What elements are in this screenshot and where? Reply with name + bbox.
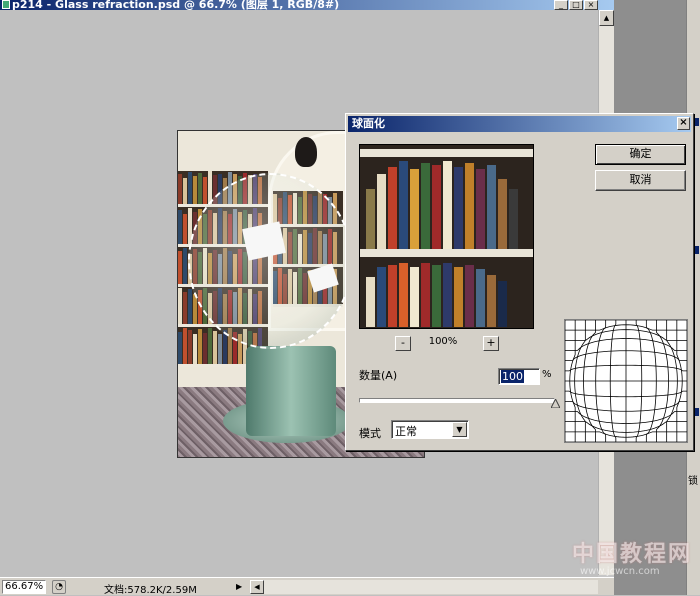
amount-unit: % bbox=[542, 369, 552, 380]
triangle-right-icon[interactable]: ▶ bbox=[236, 581, 246, 593]
preview-shelf-board bbox=[360, 249, 533, 257]
minimize-button[interactable]: _ bbox=[554, 0, 568, 10]
mode-label: 模式 bbox=[359, 427, 381, 440]
vase-ornament bbox=[295, 137, 317, 167]
reflection-highlight bbox=[242, 221, 286, 261]
amount-input[interactable]: 100 bbox=[498, 368, 540, 385]
reflection-highlight bbox=[307, 263, 339, 293]
preview-books bbox=[360, 157, 533, 249]
watermark-url: www.jcwcn.com bbox=[580, 566, 660, 577]
cancel-button[interactable]: 取消 bbox=[595, 170, 686, 191]
horizontal-scrollbar[interactable] bbox=[264, 580, 598, 594]
mode-selected-value: 正常 bbox=[395, 425, 417, 438]
document-size-info: 文档:578.2K/2.59M bbox=[104, 585, 197, 596]
navigator-icon[interactable]: ◔ bbox=[52, 580, 66, 594]
maximize-button[interactable]: □ bbox=[569, 0, 583, 10]
mode-select[interactable]: 正常 ▼ bbox=[391, 420, 469, 439]
watermark-logo: 中国教程网 bbox=[572, 542, 693, 567]
dialog-title: 球面化 bbox=[352, 117, 385, 130]
preview-zoom-level: 100% bbox=[428, 336, 458, 347]
glass-sphere-selection[interactable] bbox=[188, 173, 353, 349]
chevron-down-icon[interactable]: ▼ bbox=[452, 422, 467, 437]
dialog-titlebar[interactable]: 球面化 × bbox=[348, 116, 691, 132]
close-button[interactable]: × bbox=[584, 0, 598, 10]
scroll-left-icon[interactable]: ◀ bbox=[250, 580, 264, 594]
zoom-in-button[interactable]: + bbox=[483, 336, 499, 351]
preview-books bbox=[360, 257, 533, 327]
status-bar: 66.67% ◔ 文档:578.2K/2.59M ▶ ◀ bbox=[0, 577, 614, 596]
ok-button[interactable]: 确定 bbox=[595, 144, 686, 165]
document-title: p214 - Glass refraction.psd @ 66.7% (图层 … bbox=[12, 0, 340, 10]
amount-value: 100 bbox=[501, 370, 524, 383]
amount-label: 数量(A) bbox=[359, 369, 398, 382]
preview-shelf-board bbox=[360, 149, 533, 157]
zoom-out-button[interactable]: - bbox=[395, 336, 411, 351]
glass-stem bbox=[246, 346, 336, 436]
lock-icon[interactable]: 锁 bbox=[688, 472, 700, 487]
spherize-dialog: 球面化 × - 100% + 确定 取消 数量(A) 100 % 模式 正常 ▼ bbox=[345, 113, 694, 451]
scroll-up-icon[interactable]: ▲ bbox=[599, 10, 614, 26]
document-titlebar[interactable]: p214 - Glass refraction.psd @ 66.7% (图层 … bbox=[0, 0, 614, 10]
zoom-field[interactable]: 66.67% bbox=[2, 580, 46, 594]
filter-preview[interactable] bbox=[359, 144, 534, 329]
photoshop-doc-icon bbox=[2, 0, 10, 9]
spherize-grid-preview bbox=[564, 319, 688, 443]
amount-slider[interactable] bbox=[359, 398, 555, 403]
amount-slider-thumb[interactable] bbox=[551, 399, 560, 408]
dialog-close-button[interactable]: × bbox=[677, 117, 690, 130]
